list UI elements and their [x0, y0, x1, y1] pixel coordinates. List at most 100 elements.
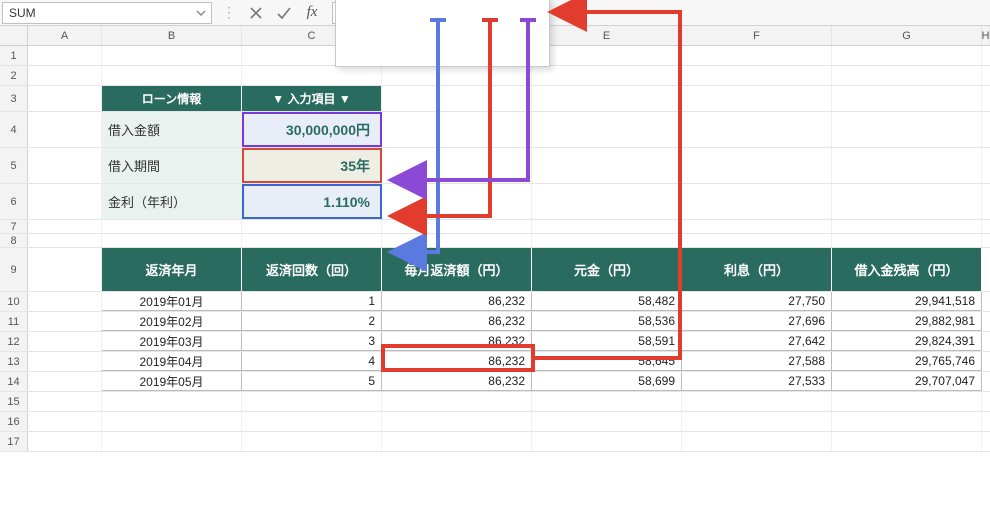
- cell-month[interactable]: 2019年01月: [102, 292, 242, 311]
- cell[interactable]: [682, 432, 832, 451]
- cell[interactable]: [832, 234, 982, 247]
- cell[interactable]: [242, 234, 382, 247]
- cell-principal[interactable]: 58,645: [532, 352, 682, 371]
- cell[interactable]: [682, 112, 832, 147]
- cell[interactable]: [382, 392, 532, 411]
- cell[interactable]: [832, 220, 982, 233]
- col-header-E[interactable]: E: [532, 26, 682, 45]
- cell-payment[interactable]: 86,232: [382, 332, 532, 351]
- cell[interactable]: [832, 148, 982, 183]
- cell[interactable]: [532, 46, 682, 65]
- cell[interactable]: [532, 66, 682, 85]
- cell-payment[interactable]: 86,232: [382, 312, 532, 331]
- thdr-interest[interactable]: 利息（円）: [682, 248, 832, 291]
- fx-icon[interactable]: fx: [302, 3, 322, 23]
- cell[interactable]: [382, 66, 532, 85]
- cell[interactable]: [832, 432, 982, 451]
- cell[interactable]: [242, 220, 382, 233]
- cell[interactable]: [102, 220, 242, 233]
- cell[interactable]: [242, 412, 382, 431]
- cell[interactable]: [28, 220, 102, 233]
- cell[interactable]: [102, 234, 242, 247]
- thdr-principal[interactable]: 元金（円）: [532, 248, 682, 291]
- cell-balance[interactable]: 29,707,047: [832, 372, 982, 391]
- cell[interactable]: [532, 392, 682, 411]
- row-header[interactable]: 4: [0, 112, 28, 147]
- cell-interest[interactable]: 27,533: [682, 372, 832, 391]
- cell[interactable]: [532, 86, 682, 111]
- cell-interest[interactable]: 27,696: [682, 312, 832, 331]
- cancel-icon[interactable]: [246, 3, 266, 23]
- col-header-G[interactable]: G: [832, 26, 982, 45]
- cell[interactable]: [532, 184, 682, 219]
- cell[interactable]: [28, 184, 102, 219]
- row-header[interactable]: 17: [0, 432, 28, 451]
- cell[interactable]: [682, 66, 832, 85]
- cell[interactable]: [832, 66, 982, 85]
- cell-interest[interactable]: 27,642: [682, 332, 832, 351]
- cell-interest[interactable]: 27,588: [682, 352, 832, 371]
- col-header-B[interactable]: B: [102, 26, 242, 45]
- cell[interactable]: [382, 432, 532, 451]
- col-header-H[interactable]: H: [982, 26, 990, 45]
- cell[interactable]: [682, 184, 832, 219]
- cell-principal[interactable]: 58,591: [532, 332, 682, 351]
- cell[interactable]: [382, 112, 532, 147]
- thdr-month[interactable]: 返済年月: [102, 248, 242, 291]
- cell[interactable]: [28, 412, 102, 431]
- thdr-balance[interactable]: 借入金残高（円）: [832, 248, 982, 291]
- cell[interactable]: [382, 86, 532, 111]
- select-all-corner[interactable]: [0, 26, 28, 45]
- row-header[interactable]: 5: [0, 148, 28, 183]
- cell[interactable]: [28, 372, 102, 391]
- cell[interactable]: [682, 234, 832, 247]
- row-header[interactable]: 3: [0, 86, 28, 111]
- row-header[interactable]: 12: [0, 332, 28, 351]
- cell[interactable]: [28, 148, 102, 183]
- loan-rate-label[interactable]: 金利（年利）: [102, 184, 242, 219]
- cell[interactable]: [832, 112, 982, 147]
- cell[interactable]: [28, 86, 102, 111]
- row-header[interactable]: 8: [0, 234, 28, 247]
- cell[interactable]: [682, 392, 832, 411]
- cell-principal[interactable]: 58,699: [532, 372, 682, 391]
- cell[interactable]: [242, 66, 382, 85]
- cell[interactable]: [102, 432, 242, 451]
- cell-principal[interactable]: 58,482: [532, 292, 682, 311]
- row-header[interactable]: 11: [0, 312, 28, 331]
- cell-balance[interactable]: 29,941,518: [832, 292, 982, 311]
- cell[interactable]: [102, 392, 242, 411]
- thdr-count[interactable]: 返済回数（回）: [242, 248, 382, 291]
- cell-balance[interactable]: 29,824,391: [832, 332, 982, 351]
- cell[interactable]: [28, 248, 102, 291]
- cell[interactable]: [28, 332, 102, 351]
- enter-icon[interactable]: [274, 3, 294, 23]
- cell-payment[interactable]: 86,232: [382, 292, 532, 311]
- cell[interactable]: [28, 112, 102, 147]
- loan-amount-value[interactable]: 30,000,000円: [242, 112, 382, 147]
- cell[interactable]: [532, 432, 682, 451]
- cell-month[interactable]: 2019年04月: [102, 352, 242, 371]
- cell[interactable]: [532, 112, 682, 147]
- cell[interactable]: [382, 234, 532, 247]
- cell[interactable]: [832, 392, 982, 411]
- row-header[interactable]: 13: [0, 352, 28, 371]
- row-header[interactable]: 6: [0, 184, 28, 219]
- cell-balance[interactable]: 29,765,746: [832, 352, 982, 371]
- thdr-payment[interactable]: 毎月返済額（円）: [382, 248, 532, 291]
- name-box-dropdown-icon[interactable]: [195, 7, 207, 19]
- cell[interactable]: [382, 184, 532, 219]
- cell[interactable]: [102, 66, 242, 85]
- cell-balance[interactable]: 29,882,981: [832, 312, 982, 331]
- row-header[interactable]: 10: [0, 292, 28, 311]
- cell[interactable]: [102, 46, 242, 65]
- cell[interactable]: [682, 412, 832, 431]
- loan-header-label[interactable]: ローン情報: [102, 86, 242, 111]
- row-header[interactable]: 15: [0, 392, 28, 411]
- cell-month[interactable]: 2019年05月: [102, 372, 242, 391]
- cell-count[interactable]: 4: [242, 352, 382, 371]
- cell-count[interactable]: 2: [242, 312, 382, 331]
- cell[interactable]: [242, 392, 382, 411]
- cell-payment[interactable]: 86,232: [382, 352, 532, 371]
- cell-interest[interactable]: 27,750: [682, 292, 832, 311]
